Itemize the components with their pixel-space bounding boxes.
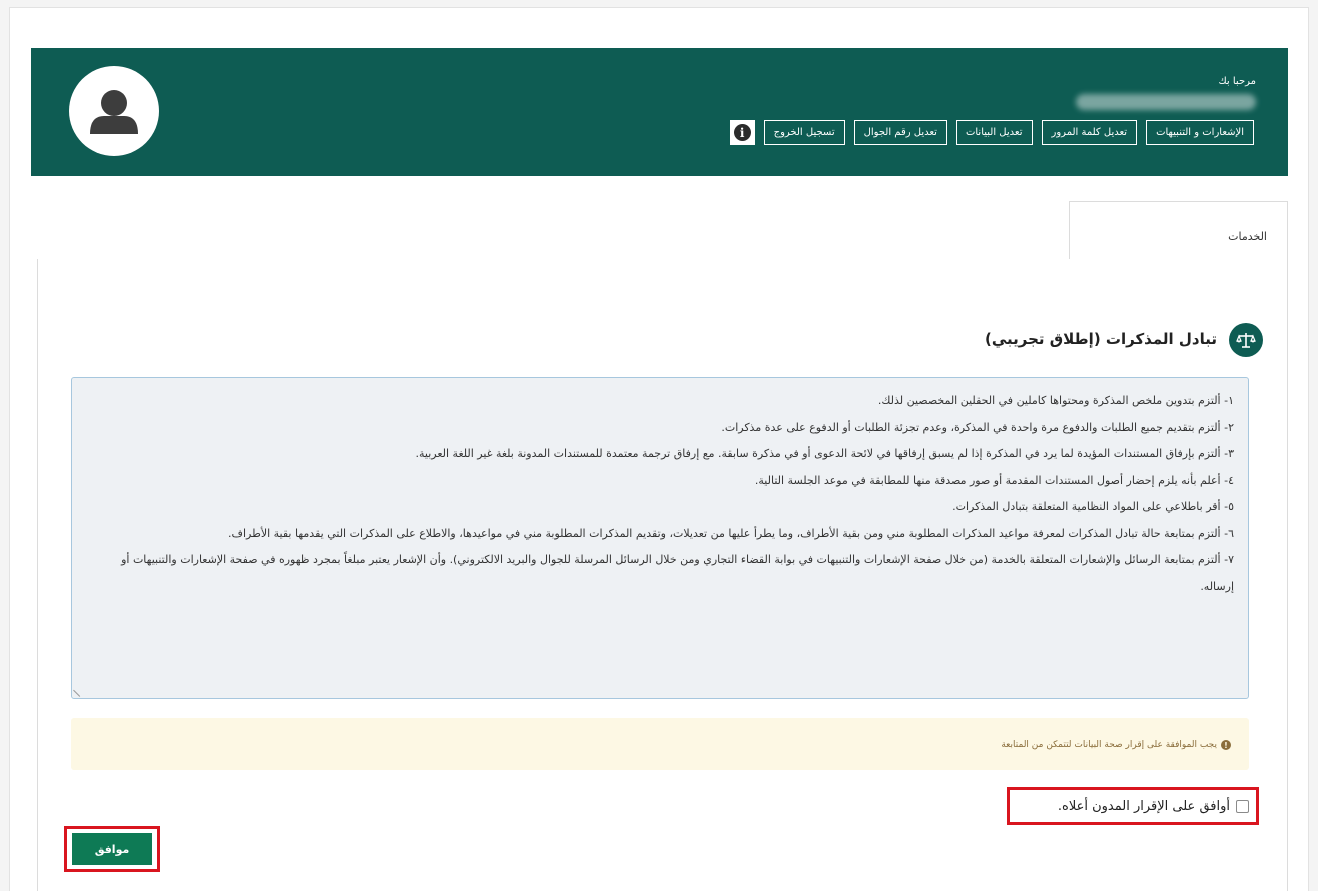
logout-button[interactable]: تسجيل الخروج bbox=[763, 120, 845, 145]
term-item: ٣- ألتزم بإرفاق المستندات المؤيدة لما ير… bbox=[415, 447, 1235, 460]
alert-message: يجب الموافقة على إقرار صحة البيانات لتتم… bbox=[1001, 740, 1217, 750]
services-panel: تبادل المذكرات (إطلاق تجريبي) ١- ألتزم ب… bbox=[37, 259, 1288, 891]
header-banner: مرحبا بك الإشعارات و التنبيهات تعديل كلم… bbox=[31, 48, 1288, 176]
exclamation-icon: ! bbox=[1221, 740, 1231, 750]
term-item: ١- ألتزم بتدوين ملخص المذكرة ومحتواها كا… bbox=[877, 394, 1234, 407]
info-icon: i bbox=[733, 124, 751, 141]
submit-highlight: موافق bbox=[64, 826, 160, 872]
scales-icon bbox=[1229, 323, 1263, 357]
term-item: ٧- ألتزم بمتابعة الرسائل والإشعارات المت… bbox=[121, 553, 1234, 593]
agreement-row[interactable]: أوافق على الإقرار المدون أعلاه. bbox=[1007, 787, 1259, 825]
edit-mobile-button[interactable]: تعديل رقم الجوال bbox=[853, 120, 947, 145]
tab-services[interactable]: الخدمات bbox=[1069, 201, 1288, 261]
alert-content: ! يجب الموافقة على إقرار صحة البيانات لت… bbox=[1001, 740, 1231, 750]
notifications-button[interactable]: الإشعارات و التنبيهات bbox=[1146, 120, 1254, 145]
tab-services-label: الخدمات bbox=[1228, 230, 1267, 243]
agreement-label[interactable]: أوافق على الإقرار المدون أعلاه. bbox=[1058, 799, 1230, 814]
warning-alert: ! يجب الموافقة على إقرار صحة البيانات لت… bbox=[71, 718, 1249, 770]
welcome-text: مرحبا بك bbox=[1218, 76, 1256, 87]
agree-button[interactable]: موافق bbox=[72, 833, 152, 865]
user-icon bbox=[90, 90, 138, 134]
agreement-checkbox[interactable] bbox=[1236, 799, 1249, 813]
header-nav: الإشعارات و التنبيهات تعديل كلمة المرور … bbox=[729, 120, 1254, 145]
user-name-redacted bbox=[1076, 94, 1256, 110]
section-title: تبادل المذكرات (إطلاق تجريبي) bbox=[984, 330, 1217, 348]
section-header: تبادل المذكرات (إطلاق تجريبي) bbox=[38, 323, 1287, 363]
info-button[interactable]: i bbox=[729, 120, 755, 145]
term-item: ٥- أقر باطلاعي على المواد النظامية المتع… bbox=[952, 500, 1234, 513]
term-item: ٤- أعلم بأنه يلزم إحضار أصول المستندات ا… bbox=[754, 473, 1234, 487]
change-password-button[interactable]: تعديل كلمة المرور bbox=[1041, 120, 1138, 145]
resize-handle[interactable] bbox=[73, 684, 86, 697]
term-item: ٢- ألتزم بتقديم جميع الطلبات والدفوع مرة… bbox=[721, 420, 1234, 434]
edit-profile-button[interactable]: تعديل البيانات bbox=[955, 120, 1033, 145]
avatar bbox=[69, 66, 159, 156]
terms-textarea[interactable]: ١- ألتزم بتدوين ملخص المذكرة ومحتواها كا… bbox=[71, 377, 1249, 699]
term-item: ٦- ألتزم بمتابعة حالة تبادل المذكرات لمع… bbox=[228, 526, 1234, 540]
